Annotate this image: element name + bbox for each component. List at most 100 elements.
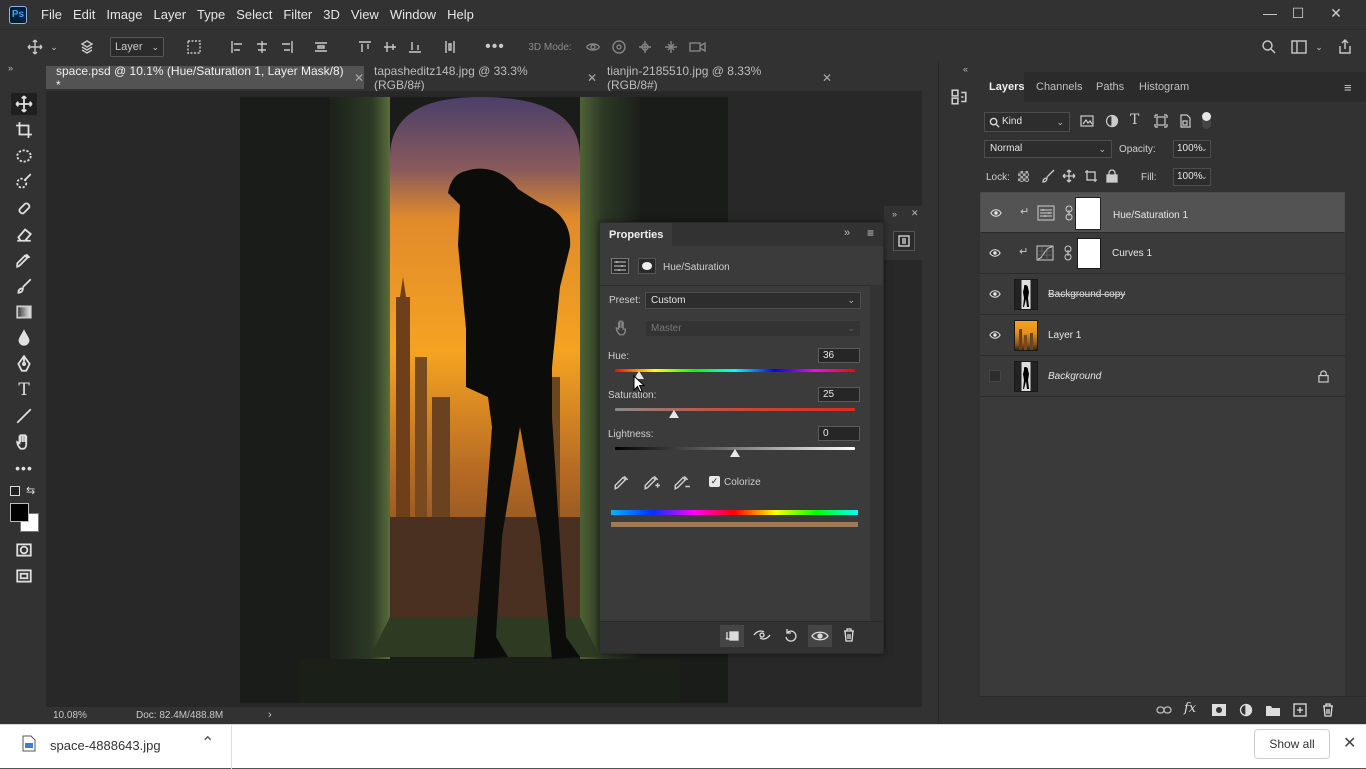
quick-select-tool-icon[interactable] [11,171,37,193]
default-colors-icon[interactable] [10,486,20,496]
reset-icon[interactable] [783,627,799,646]
filter-smart-object-icon[interactable] [1178,114,1192,131]
crop-tool-icon[interactable] [11,119,37,141]
chevron-up-icon[interactable]: ⌃ [201,733,214,753]
layer-row-background[interactable]: Background [980,356,1345,397]
filter-toggle[interactable] [1202,112,1211,129]
lock-position-icon[interactable] [1062,169,1076,186]
panel-collapse-icon[interactable]: » [844,227,850,239]
tab-paths[interactable]: Paths [1096,81,1124,95]
new-layer-icon[interactable] [1293,703,1307,720]
menu-view[interactable]: View [351,7,379,22]
layer-name[interactable]: Curves 1 [1112,248,1152,259]
transform-controls-icon[interactable] [184,37,204,57]
move-tool-icon[interactable] [11,93,37,115]
canvas-scrollbar[interactable] [922,91,938,707]
collapse-tabs-icon[interactable]: » [8,63,13,73]
visibility-off-box[interactable] [989,370,1001,382]
collapse-dock-icon[interactable]: « [963,64,968,74]
expand-props-icon[interactable]: » [892,209,897,219]
filter-type-icon[interactable]: T [1130,112,1139,128]
close-tab-icon[interactable]: ✕ [587,71,597,85]
preset-dropdown[interactable]: Custom ⌄ [645,292,861,309]
colorize-checkbox[interactable]: ✓ [709,476,720,487]
menu-layer[interactable]: Layer [154,7,187,22]
visibility-eye-icon[interactable] [989,247,1001,259]
eraser-tool-icon[interactable] [11,223,37,245]
blend-mode-dropdown[interactable]: Normal ⌄ [984,140,1112,158]
brush-tool-icon[interactable] [11,275,37,297]
menu-help[interactable]: Help [447,7,474,22]
menu-3d[interactable]: 3D [323,7,340,22]
layer-mask-icon[interactable] [638,258,656,274]
layer-row-curves[interactable]: ↵ Curves 1 [980,233,1345,274]
foreground-color-swatch[interactable] [10,503,29,522]
lightness-input[interactable]: 0 [818,426,860,441]
auto-select-icon[interactable] [76,37,98,57]
filter-pixel-icon[interactable] [1080,114,1094,131]
align-middle-icon[interactable] [381,37,399,57]
visibility-eye-icon[interactable] [990,207,1002,219]
tab-tianjin[interactable]: tianjin-2185510.jpg @ 8.33% (RGB/8#) ✕ [597,64,832,92]
layer-mask-thumbnail[interactable] [1077,238,1101,269]
menu-filter[interactable]: Filter [283,7,312,22]
align-left-icon[interactable] [228,37,246,57]
tab-tapasheditz[interactable]: tapasheditz148.jpg @ 33.3% (RGB/8#) ✕ [364,64,597,92]
close-props-icon[interactable]: ✕ [911,208,919,219]
saturation-slider-track[interactable] [615,408,855,411]
close-tab-icon[interactable]: ✕ [354,71,364,85]
tab-layers[interactable]: Layers [989,81,1024,95]
history-icon[interactable] [950,88,968,106]
layer-style-fx-icon[interactable]: fx [1184,701,1196,716]
filter-shape-icon[interactable] [1154,114,1168,131]
hue-slider-track[interactable] [615,369,855,372]
new-adjustment-icon[interactable] [1239,703,1253,720]
layer-name[interactable]: Hue/Saturation 1 [1113,208,1188,223]
zoom-level[interactable]: 10.08% [53,710,87,721]
menu-window[interactable]: Window [390,7,436,22]
hue-input[interactable]: 36 [818,348,860,363]
lightness-slider-thumb[interactable] [730,449,740,457]
properties-panel-icon[interactable] [893,231,915,251]
opacity-chevron-icon[interactable]: ⌄ [1197,140,1211,158]
blur-tool-icon[interactable] [11,327,37,349]
saturation-slider-thumb[interactable] [668,410,679,418]
show-all-button[interactable]: Show all [1254,729,1330,759]
auto-select-dropdown[interactable]: Layer ⌄ [110,37,164,57]
3d-roll-icon[interactable] [610,37,628,57]
new-group-icon[interactable] [1265,703,1281,720]
close-tab-icon[interactable]: ✕ [822,71,832,85]
screen-mode-icon[interactable] [11,565,37,587]
layers-menu-icon[interactable]: ≡ [1344,80,1352,95]
tab-space-psd[interactable]: space.psd @ 10.1% (Hue/Saturation 1, Lay… [46,64,364,92]
align-bottom-icon[interactable] [406,37,424,57]
saturation-input[interactable]: 25 [818,387,860,402]
layers-scrollbar[interactable] [1345,192,1366,724]
distribute-vertical-icon[interactable] [441,37,459,57]
mask-link-icon[interactable] [1065,205,1073,221]
visibility-eye-icon[interactable] [989,288,1001,300]
eyedropper-tool-icon[interactable] [11,249,37,271]
delete-adjustment-icon[interactable] [842,627,856,646]
share-icon[interactable] [1334,37,1356,57]
maximize-button[interactable]: ☐ [1278,0,1318,26]
marquee-tool-icon[interactable] [11,145,37,167]
filter-adjustment-icon[interactable] [1105,114,1119,131]
lock-artboard-icon[interactable] [1084,169,1098,186]
menu-type[interactable]: Type [197,7,225,22]
lock-all-icon[interactable] [1106,169,1118,186]
toggle-visibility-icon[interactable] [808,625,832,647]
gradient-tool-icon[interactable] [11,301,37,323]
clip-to-layer-icon[interactable] [720,625,744,647]
visibility-eye-icon[interactable] [989,329,1001,341]
menu-file[interactable]: File [41,7,62,22]
align-top-icon[interactable] [356,37,374,57]
menu-edit[interactable]: Edit [73,7,95,22]
menu-image[interactable]: Image [106,7,142,22]
3d-orbit-icon[interactable] [584,37,602,57]
layer-row-hue-saturation[interactable]: ↵ Hue/Saturation 1 [980,192,1345,233]
hand-tool-icon[interactable] [11,431,37,453]
close-download-bar-icon[interactable]: ✕ [1343,733,1356,753]
link-layers-icon[interactable] [1156,703,1172,720]
lock-transparent-icon[interactable] [1018,171,1029,182]
